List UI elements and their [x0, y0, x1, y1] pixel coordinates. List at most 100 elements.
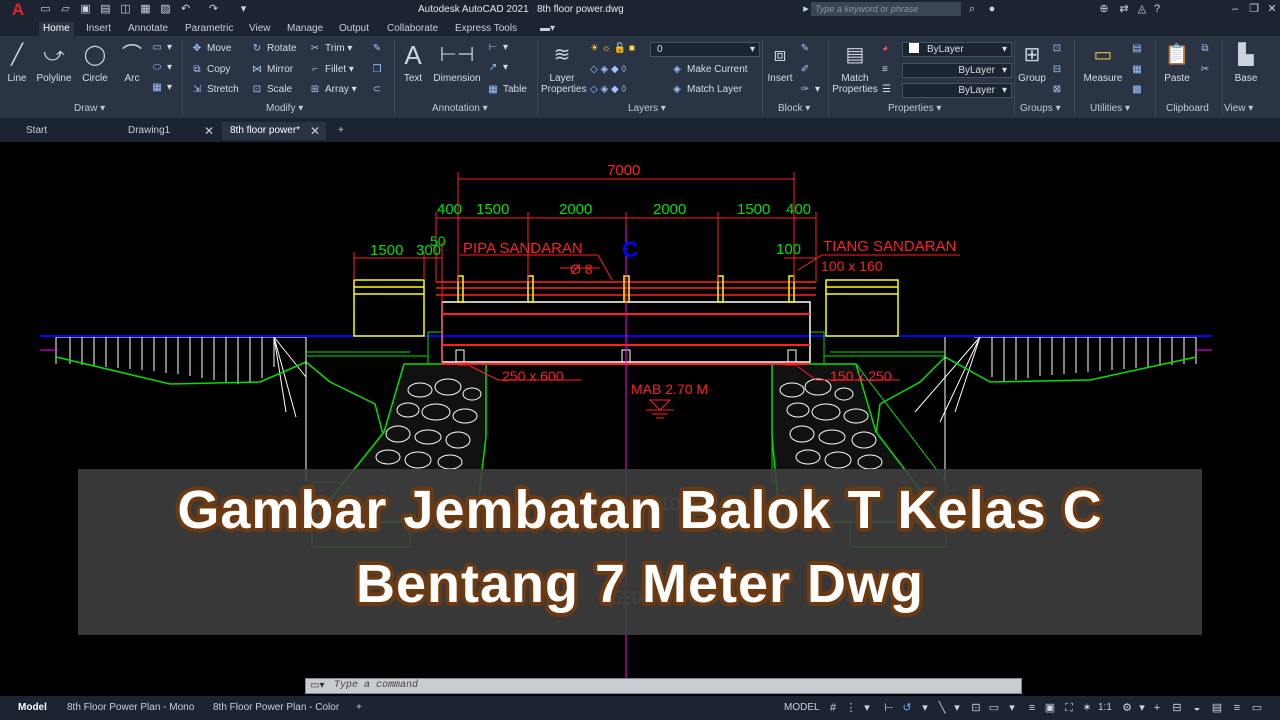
arc-button[interactable]: ⌒ Arc	[118, 40, 146, 84]
isodraft-icon[interactable]: ╲	[935, 700, 949, 716]
connect-icon[interactable]: ◬	[1135, 2, 1149, 16]
publish-icon[interactable]: ▨	[160, 2, 171, 16]
text-button[interactable]: A Text	[400, 40, 426, 84]
close-tab-icon[interactable]: ✕	[204, 122, 214, 140]
selection-cycling-icon[interactable]: ⛶	[1062, 700, 1076, 716]
isolate-icon[interactable]: ⊟	[1170, 700, 1184, 716]
tab-start[interactable]: Start	[18, 122, 118, 140]
grid-icon[interactable]: #	[826, 700, 840, 716]
osnap-dropdown-icon[interactable]: ▾	[1005, 700, 1019, 716]
fullscreen-icon[interactable]: ▭	[1250, 700, 1264, 716]
tab-output[interactable]: Output	[339, 22, 369, 36]
tab-manage[interactable]: Manage	[287, 22, 323, 36]
new-file-icon[interactable]: ▭	[40, 2, 51, 16]
annotation-panel-label[interactable]: Annotation ▾	[432, 103, 488, 114]
model-space-toggle[interactable]: MODEL	[784, 700, 820, 716]
undo-icon[interactable]: ↶	[180, 2, 191, 16]
tab-insert[interactable]: Insert	[86, 22, 111, 36]
measure-button[interactable]: ▭ Measure	[1080, 40, 1126, 84]
stretch-button[interactable]: ⇲ Stretch	[190, 82, 239, 98]
isodraft-dropdown-icon[interactable]: ▾	[950, 700, 964, 716]
group-edit-icon[interactable]: ⊟	[1050, 62, 1067, 78]
table-button[interactable]: ▦ Table	[486, 82, 527, 98]
layer-state-icons[interactable]: ☀ ☼ 🔓 ■	[590, 41, 635, 57]
match-properties-button[interactable]: ▤ Match Properties	[832, 40, 878, 95]
tab-annotate[interactable]: Annotate	[128, 22, 168, 36]
layers-panel-label[interactable]: Layers ▾	[628, 103, 666, 114]
tab-collaborate[interactable]: Collaborate	[387, 22, 438, 36]
close-tab-icon[interactable]: ✕	[310, 122, 320, 140]
view-panel-label[interactable]: View ▾	[1224, 103, 1253, 114]
color-wheel-icon[interactable]: ◕	[882, 41, 888, 57]
transparency-icon[interactable]: ▣	[1043, 700, 1057, 716]
tab-8th-floor-power[interactable]: 8th floor power* ✕	[222, 122, 326, 140]
layer-tools-row1[interactable]: ◇ ◈ ◆ ◊	[590, 62, 626, 78]
select-all-icon[interactable]: ▦	[1130, 62, 1147, 78]
help-icon[interactable]: ?	[1150, 2, 1164, 16]
cart-icon[interactable]: ⊕	[1097, 2, 1111, 16]
ellipse-icon[interactable]: ⬭ ▾	[150, 60, 172, 76]
linetype-dropdown[interactable]: ByLayer ▾	[902, 63, 1012, 78]
circle-button[interactable]: ◯ Circle	[80, 40, 110, 84]
ribbon-options-icon[interactable]: ▬▾	[540, 22, 555, 36]
tab-parametric[interactable]: Parametric	[185, 22, 233, 36]
tab-model[interactable]: Model	[18, 700, 47, 716]
group-button[interactable]: ⊞ Group	[1017, 40, 1047, 84]
quick-access-menu-icon[interactable]: ▾	[238, 2, 249, 16]
open-file-icon[interactable]: ▱	[60, 2, 71, 16]
match-layer-button[interactable]: ◈ Match Layer	[670, 82, 742, 98]
customize-icon[interactable]: ≡	[1230, 700, 1244, 716]
rectangle-icon[interactable]: ▭ ▾	[150, 40, 172, 56]
polar-icon[interactable]: ↺	[900, 700, 914, 716]
color-dropdown[interactable]: ByLayer ▾	[902, 42, 1012, 57]
exchange-icon[interactable]: ⇄	[1117, 2, 1131, 16]
add-layout-icon[interactable]: +	[356, 700, 362, 716]
export-icon[interactable]: ▦	[140, 2, 151, 16]
fillet-button[interactable]: ⌐ Fillet ▾	[308, 62, 354, 78]
settings-gear-icon[interactable]: ⚙	[1120, 700, 1134, 716]
ungroup-icon[interactable]: ⊡	[1050, 41, 1067, 57]
rotate-button[interactable]: ↻ Rotate	[250, 41, 297, 57]
add-icon[interactable]: +	[1150, 700, 1164, 716]
polar-dropdown-icon[interactable]: ▾	[918, 700, 932, 716]
insert-button[interactable]: ⧈ Insert	[765, 40, 795, 84]
osnap-icon[interactable]: ⊡	[969, 700, 983, 716]
import-icon[interactable]: ◫	[120, 2, 131, 16]
tab-layout-color[interactable]: 8th Floor Power Plan - Color	[213, 700, 339, 716]
clean-screen-icon[interactable]: ▤	[1210, 700, 1224, 716]
annotation-visibility-icon[interactable]: ✶	[1080, 700, 1094, 716]
user-icon[interactable]: ●	[985, 2, 999, 16]
array-button[interactable]: ⊞ Array ▾	[308, 82, 357, 98]
base-button[interactable]: ▙ Base	[1230, 40, 1262, 84]
redo-icon[interactable]: ↷	[208, 2, 219, 16]
clipboard-panel-label[interactable]: Clipboard	[1166, 103, 1209, 114]
group-select-icon[interactable]: ⊠	[1050, 82, 1067, 98]
linetype-icon[interactable]: ≡	[882, 62, 888, 78]
groups-panel-label[interactable]: Groups ▾	[1020, 103, 1061, 114]
hatch-icon[interactable]: ▦ ▾	[150, 80, 172, 96]
lineweight-dropdown[interactable]: ByLayer ▾	[902, 83, 1012, 98]
tab-express-tools[interactable]: Express Tools	[455, 22, 517, 36]
linear-dim-icon[interactable]: ⊢ ▾	[486, 40, 508, 56]
new-tab-icon[interactable]: +	[334, 122, 354, 140]
move-button[interactable]: ✥ Move	[190, 41, 232, 57]
command-input[interactable]: Type a command	[334, 680, 418, 691]
paste-button[interactable]: 📋 Paste	[1160, 40, 1194, 84]
make-current-button[interactable]: ◈ Make Current	[670, 62, 747, 78]
trim-button[interactable]: ✂ Trim ▾	[308, 41, 353, 57]
tab-drawing1[interactable]: Drawing1 ✕	[120, 122, 220, 140]
dimension-button[interactable]: ⊢⊣ Dimension	[431, 40, 483, 84]
copy-clip-icon[interactable]: ⧉	[1198, 41, 1215, 57]
3d-osnap-icon[interactable]: ▭	[987, 700, 1001, 716]
create-block-icon[interactable]: ✎	[798, 41, 815, 57]
quick-select-icon[interactable]: ▤	[1130, 41, 1147, 57]
polyline-button[interactable]: ⤻ Polyline	[34, 40, 74, 84]
close-icon[interactable]: ✕	[1265, 2, 1279, 16]
copy-button[interactable]: ⧉ Copy	[190, 62, 230, 78]
snap-dropdown-icon[interactable]: ▾	[860, 700, 874, 716]
tab-layout-mono[interactable]: 8th Floor Power Plan - Mono	[67, 700, 194, 716]
layer-properties-button[interactable]: ≋ Layer Properties	[541, 40, 587, 95]
modify-panel-label[interactable]: Modify ▾	[266, 103, 303, 114]
erase-icon[interactable]: ✎	[370, 41, 387, 57]
drawing-canvas[interactable]: C 7000 400 1500 2000 2000 1500 400 50 15…	[0, 142, 1280, 678]
